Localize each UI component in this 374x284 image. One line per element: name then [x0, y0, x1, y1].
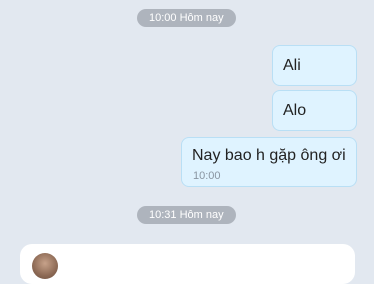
message-text: Alo: [283, 102, 307, 119]
outgoing-message-bubble[interactable]: Alo: [272, 90, 357, 131]
outgoing-message-bubble[interactable]: Ali: [272, 45, 357, 86]
message-timestamp: 10:00: [193, 170, 221, 182]
time-separator: 10:31 Hôm nay: [137, 206, 236, 224]
message-text: Nay bao h gặp ông ơi: [192, 147, 346, 164]
time-separator: 10:00 Hôm nay: [137, 9, 236, 27]
outgoing-message-bubble[interactable]: Nay bao h gặp ông ơi 10:00: [181, 137, 357, 187]
incoming-message-card[interactable]: [20, 244, 355, 284]
chat-thread: 10:00 Hôm nay Ali Alo Nay bao h gặp ông …: [0, 0, 374, 284]
message-text: Ali: [283, 57, 301, 74]
